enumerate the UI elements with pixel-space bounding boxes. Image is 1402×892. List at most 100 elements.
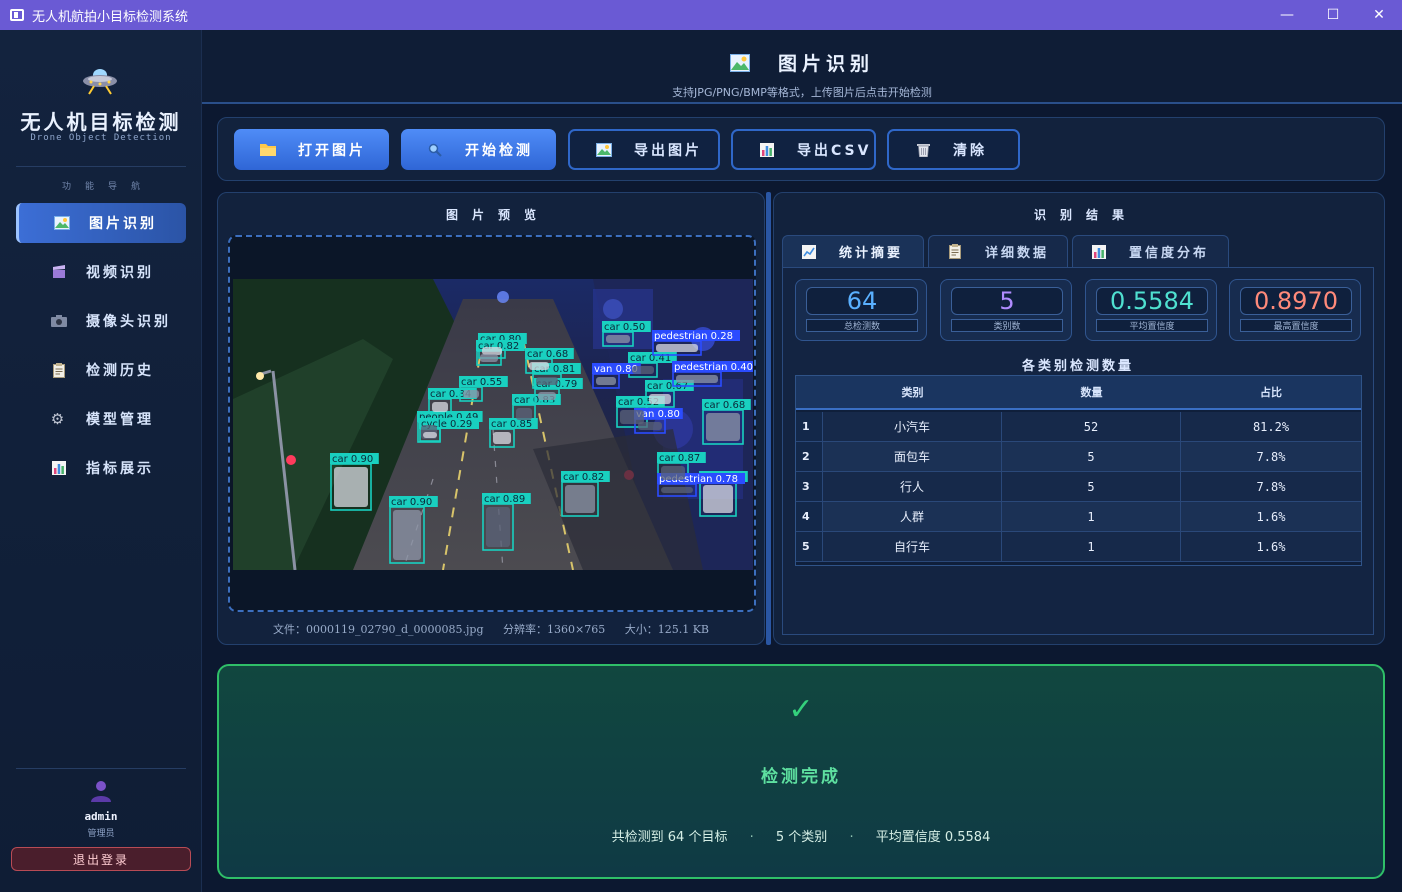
minimize-button[interactable]: — (1264, 0, 1310, 30)
tab-label: 统计摘要 (839, 246, 904, 261)
detection-result-image: car 0.90 car 0.90 car 0.89 car 0.84 car 0.55… (233, 279, 753, 570)
clipboard-icon (50, 361, 68, 379)
stat-card-classes: 5 类别数 (940, 279, 1072, 341)
row-class: 人群 (823, 502, 1002, 531)
sidebar-item-label: 图片识别 (89, 216, 157, 232)
summary-tab-content: 64 总检测数 5 类别数 0.5584 平均置信度 0.8970 最高置信度 … (782, 267, 1374, 635)
detection-label: pedestrian 0.40 (674, 362, 753, 373)
detection-label: car 0.90 (391, 497, 432, 508)
results-title: 识别结果 (1033, 208, 1138, 222)
table-row[interactable]: 4 人群 1 1.6% (796, 502, 1361, 532)
vehicle-shape (649, 394, 671, 404)
export-image-button[interactable]: 导出图片 (568, 129, 720, 170)
sidebar-divider (16, 166, 186, 167)
sidebar-item-camera-detection[interactable]: 摄像头识别 (16, 301, 186, 341)
sidebar-item-history[interactable]: 检测历史 (16, 350, 186, 390)
aerial-night-scene: car 0.90car 0.90 car 0.89car 0.84car 0.55… (233, 279, 753, 570)
vehicle-shape (493, 432, 511, 444)
stat-value-avg-confidence: 0.5584 (1096, 287, 1208, 315)
logout-button[interactable]: 退出登录 (11, 847, 191, 871)
search-icon (427, 142, 443, 158)
app-icon (10, 9, 24, 21)
image-icon (53, 214, 71, 232)
stat-value-classes: 5 (951, 287, 1063, 315)
clear-button[interactable]: 清除 (887, 129, 1020, 170)
sidebar-bottom-divider (16, 768, 186, 769)
row-count: 5 (1002, 442, 1181, 471)
row-index: 4 (796, 502, 823, 531)
file-info: 文件：0000119_02790_d_0000085.jpg 分辨率：1360×… (218, 621, 764, 637)
vehicle-shape (538, 392, 556, 400)
export-csv-label: 导出CSV (797, 142, 872, 159)
detection-label: car 0.85 (491, 419, 532, 430)
vehicle-shape (480, 354, 498, 362)
stat-card-total: 64 总检测数 (795, 279, 927, 341)
table-row[interactable]: 1 小汽车 52 81.2% (796, 412, 1361, 442)
start-detection-label: 开始检测 (465, 142, 533, 159)
tab-label: 置信度分布 (1129, 246, 1210, 261)
vehicle-shape (536, 377, 558, 385)
open-image-button[interactable]: 打开图片 (234, 129, 389, 170)
close-button[interactable]: ✕ (1356, 0, 1402, 30)
sidebar-item-metrics[interactable]: 指标展示 (16, 448, 186, 488)
detection-label: car 0.90 (332, 454, 373, 465)
export-csv-button[interactable]: 导出CSV (731, 129, 876, 170)
vehicle-shape (703, 485, 733, 513)
maximize-button[interactable]: ☐ (1310, 0, 1356, 30)
row-class: 行人 (823, 472, 1002, 501)
results-tabs: 统计摘要 详细数据 置信度分布 (782, 235, 1233, 267)
brand-subtitle: Drone Object Detection (30, 133, 172, 143)
stat-label-avg-confidence: 平均置信度 (1096, 319, 1208, 332)
file-size: 大小：125.1 KB (624, 623, 710, 636)
sidebar: 无人机目标检测 Drone Object Detection 功能导航 图片识别… (0, 30, 202, 892)
vehicle-shape (463, 390, 479, 398)
bar-chart-icon (759, 142, 775, 158)
detection-complete-panel: ✓ 检测完成 共检测到 64 个目标 · 5 个类别 · 平均置信度 0.558… (217, 664, 1385, 879)
preview-panel: 图片预览 car 0.90 car 0.90 car 0.89 car 0.84… (217, 192, 765, 645)
summary-total: 共检测到 64 个目标 (611, 830, 728, 845)
table-row[interactable]: 3 行人 5 7.8% (796, 472, 1361, 502)
window-controls: — ☐ ✕ (1264, 0, 1402, 30)
preview-title: 图片预览 (445, 208, 550, 222)
results-panel: 识别结果 统计摘要 详细数据 置信度分布 64 总检测数 5 类别数 0.558… (773, 192, 1385, 645)
class-count-table: 类别 数量 占比 1 小汽车 52 81.2% 2 面包车 5 7.8% 3 行… (795, 375, 1362, 566)
row-class: 自行车 (823, 532, 1002, 561)
sidebar-item-video-detection[interactable]: 视频识别 (16, 252, 186, 292)
start-detection-button[interactable]: 开始检测 (401, 129, 556, 170)
vehicle-shape (656, 344, 698, 352)
tab-summary[interactable]: 统计摘要 (782, 235, 924, 267)
vehicle-shape (620, 410, 644, 424)
clapperboard-icon (50, 263, 68, 281)
vehicle-shape (661, 487, 693, 493)
clear-label: 清除 (953, 142, 987, 159)
bar-chart-icon (1091, 244, 1107, 260)
vehicle-shape (565, 485, 595, 513)
avatar (91, 781, 111, 802)
row-ratio: 7.8% (1256, 449, 1286, 464)
line-chart-icon (801, 244, 817, 260)
sidebar-item-model-management[interactable]: ⚙ 模型管理 (16, 399, 186, 439)
table-header-class: 类别 (901, 386, 924, 399)
file-resolution: 分辨率：1360×765 (503, 623, 606, 636)
toolbar: 打开图片 开始检测 导出图片 导出CSV 清除 (217, 117, 1385, 181)
tab-label: 详细数据 (985, 246, 1050, 261)
sidebar-item-image-detection[interactable]: 图片识别 (16, 203, 186, 243)
table-row[interactable]: 2 面包车 5 7.8% (796, 442, 1361, 472)
stat-label-total: 总检测数 (806, 319, 918, 332)
image-preview-area[interactable]: car 0.90 car 0.90 car 0.89 car 0.84 car 0.55… (228, 235, 756, 612)
tab-details[interactable]: 详细数据 (928, 235, 1068, 267)
vehicle-shape (432, 402, 448, 412)
page-header: 图片识别 支持JPG/PNG/BMP等格式，上传图片后点击开始检测 (202, 30, 1402, 104)
tab-confidence-distribution[interactable]: 置信度分布 (1072, 235, 1229, 267)
row-index: 3 (796, 472, 823, 501)
row-count: 52 (1002, 412, 1181, 441)
row-ratio: 81.2% (1252, 419, 1290, 434)
detection-label: pedestrian 0.28 (654, 331, 733, 342)
window-title: 无人机航拍小目标检测系统 (32, 9, 189, 25)
detection-label: car 0.68 (527, 349, 568, 360)
vehicle-shape (706, 413, 740, 441)
table-row[interactable]: 5 自行车 1 1.6% (796, 532, 1361, 562)
file-name: 文件：0000119_02790_d_0000085.jpg (272, 623, 484, 636)
row-index: 5 (796, 532, 823, 561)
panel-splitter[interactable] (766, 192, 771, 645)
